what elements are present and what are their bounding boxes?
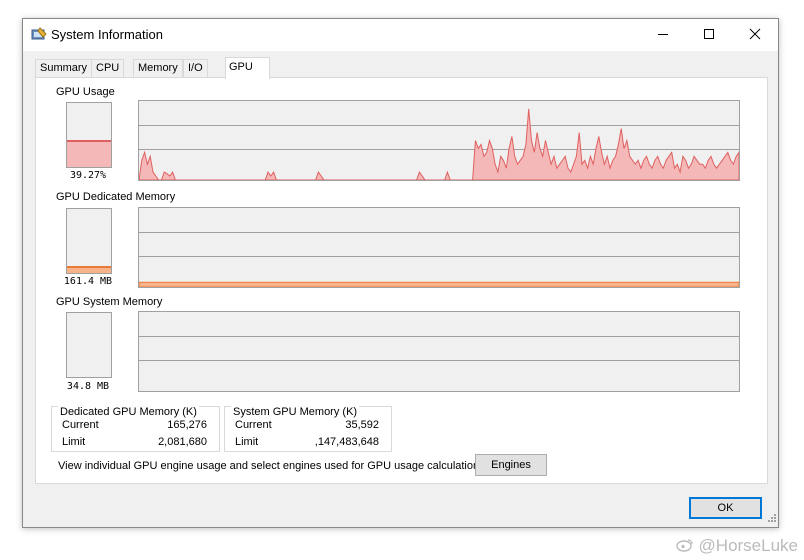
maximize-icon	[703, 28, 715, 43]
system-info-app-icon	[31, 27, 47, 43]
system-gpu-memory-title: System GPU Memory (K)	[231, 406, 360, 418]
dedicated-current-value: 165,276	[167, 419, 207, 431]
minimize-button[interactable]	[640, 19, 686, 51]
system-current-value: 35,592	[345, 419, 379, 431]
watermark: @HorseLuke	[676, 536, 798, 556]
gpu-usage-label: GPU Usage	[56, 86, 115, 98]
dedicated-limit-value: 2,081,680	[158, 436, 207, 448]
ok-button[interactable]: OK	[689, 497, 762, 519]
maximize-button[interactable]	[686, 19, 732, 51]
gpu-dedicated-memory-history-graph	[138, 207, 740, 288]
tab-io[interactable]: I/O	[183, 59, 208, 77]
title-bar[interactable]: System Information	[23, 19, 778, 51]
close-icon	[749, 28, 761, 43]
gpu-system-memory-meter	[66, 312, 112, 378]
weibo-icon	[676, 536, 699, 555]
gpu-usage-meter-fill	[67, 139, 111, 167]
gpu-dedicated-memory-value: 161.4 MB	[63, 276, 113, 287]
gpu-tab-panel: GPU Usage 39.27% GPU Dedicated Memory 16…	[35, 77, 768, 484]
dedicated-gpu-memory-group: Dedicated GPU Memory (K) Current 165,276…	[51, 406, 220, 452]
minimize-icon	[657, 28, 669, 43]
gpu-system-memory-history-plot	[139, 336, 739, 361]
dedicated-limit-label: Limit	[62, 436, 86, 448]
gpu-usage-value: 39.27%	[69, 170, 107, 181]
gpu-usage-history-series	[139, 108, 739, 180]
gpu-usage-meter	[66, 102, 112, 168]
engines-description: View individual GPU engine usage and sel…	[58, 460, 488, 472]
system-limit-label: Limit	[235, 436, 259, 448]
gpu-dedicated-memory-history-series	[139, 281, 739, 287]
system-information-window: System Information Summary CPU Memory I/…	[22, 18, 779, 528]
tab-cpu[interactable]: CPU	[91, 59, 125, 77]
tab-summary[interactable]: Summary	[35, 59, 93, 77]
tab-memory[interactable]: Memory	[133, 59, 183, 77]
watermark-text: @HorseLuke	[698, 536, 798, 555]
dedicated-gpu-memory-title: Dedicated GPU Memory (K)	[58, 406, 199, 418]
dedicated-current-label: Current	[62, 419, 99, 431]
gpu-dedicated-memory-history-plot	[139, 232, 739, 287]
system-gpu-memory-group: System GPU Memory (K) Current 35,592 Lim…	[224, 406, 392, 452]
system-current-label: Current	[235, 419, 272, 431]
system-limit-value: ,147,483,648	[314, 436, 379, 448]
gpu-dedicated-memory-meter-fill	[67, 265, 111, 273]
window-title: System Information	[51, 27, 163, 42]
gpu-usage-history-graph	[138, 100, 740, 181]
resize-grip-icon[interactable]	[767, 513, 777, 526]
gpu-system-memory-history-graph	[138, 311, 740, 392]
gpu-dedicated-memory-label: GPU Dedicated Memory	[56, 191, 176, 203]
gpu-system-memory-label: GPU System Memory	[56, 296, 163, 308]
gpu-system-memory-value: 34.8 MB	[66, 381, 110, 392]
tab-gpu[interactable]: GPU	[225, 57, 270, 79]
close-button[interactable]	[732, 19, 778, 51]
engines-button[interactable]: Engines	[475, 454, 547, 476]
gpu-usage-history-plot	[139, 108, 739, 180]
gpu-dedicated-memory-meter	[66, 208, 112, 274]
